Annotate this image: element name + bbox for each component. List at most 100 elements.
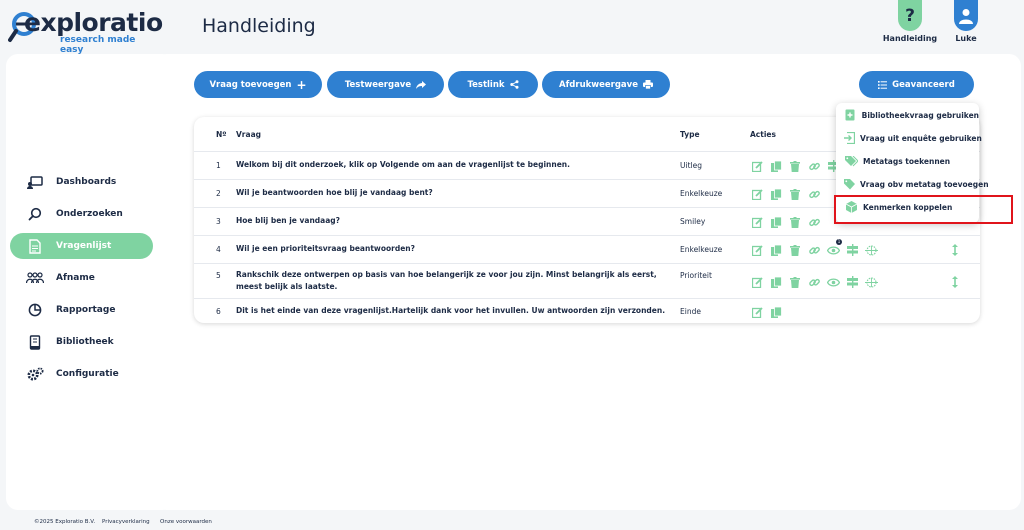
highlight-box <box>834 195 1013 224</box>
row-question: Dit is het einde van deze vragenlijst.Ha… <box>236 306 666 315</box>
edit-icon[interactable] <box>750 275 764 289</box>
sidebar-item-afname[interactable]: Afname <box>10 265 153 291</box>
row-actions <box>750 305 783 319</box>
add-question-button[interactable]: Vraag toevoegen + <box>194 71 322 98</box>
search-icon <box>24 207 46 221</box>
eye-icon[interactable] <box>826 275 840 289</box>
column-header-type: Type <box>680 130 700 139</box>
printer-icon <box>642 80 653 89</box>
footer-terms-link[interactable]: Onze voorwaarden <box>160 519 212 525</box>
trash-icon[interactable] <box>788 243 802 257</box>
logo-wordmark: exploratio <box>24 8 163 37</box>
menu-item-survey-question[interactable]: Vraag uit enquête gebruiken <box>836 127 982 149</box>
logo[interactable]: exploratio research made easy <box>8 8 163 55</box>
sidebar-item-label: Configuratie <box>56 369 119 379</box>
row-type: Enkelkeuze <box>680 245 723 254</box>
trash-icon[interactable] <box>788 159 802 173</box>
menu-item-add-by-metatag[interactable]: Vraag obv metatag toevoegen <box>836 173 989 195</box>
table-row[interactable]: 5 Rankschik deze ontwerpen op basis van h… <box>194 263 980 298</box>
sidebar-item-label: Dashboards <box>56 177 117 187</box>
help-label: Handleiding <box>882 34 938 43</box>
eye-icon[interactable]: 1 <box>826 239 842 257</box>
row-actions <box>750 159 840 173</box>
logo-tagline: research made easy <box>60 35 136 55</box>
copy-icon[interactable] <box>769 305 783 319</box>
menu-item-assign-metatags[interactable]: Metatags toekennen <box>836 150 979 172</box>
library-add-icon <box>844 109 857 121</box>
link-icon[interactable] <box>807 243 821 257</box>
sidebar-item-label: Onderzoeken <box>56 209 123 219</box>
plus-icon: + <box>296 77 307 92</box>
link-icon[interactable] <box>807 215 821 229</box>
column-header-question: Vraag <box>236 130 261 139</box>
test-link-button[interactable]: Testlink <box>448 71 538 98</box>
edit-icon[interactable] <box>750 187 764 201</box>
trash-icon[interactable] <box>788 275 802 289</box>
sidebar-item-dashboards[interactable]: Dashboards <box>10 169 153 195</box>
edit-icon[interactable] <box>750 159 764 173</box>
test-view-label: Testweergave <box>344 79 412 90</box>
test-view-button[interactable]: Testweergave <box>327 71 444 98</box>
row-question: Wil je een prioriteitsvraag beantwoorden… <box>236 244 415 253</box>
footer-copyright: ©2025 Exploratio B.V. <box>34 519 96 525</box>
copy-icon[interactable] <box>769 159 783 173</box>
user-button[interactable]: Luke <box>942 0 990 43</box>
link-icon[interactable] <box>807 159 821 173</box>
copy-icon[interactable] <box>769 187 783 201</box>
sidebar-item-rapportage[interactable]: Rapportage <box>10 297 153 323</box>
table-row[interactable]: 6 Dit is het einde van deze vragenlijst.H… <box>194 298 980 323</box>
row-number: 1 <box>216 161 221 170</box>
print-view-label: Afdrukweergave <box>559 79 638 90</box>
tag-icon <box>844 178 855 190</box>
menu-item-label: Vraag obv metatag toevoegen <box>860 179 989 189</box>
help-button[interactable]: ? Handleiding <box>882 0 938 43</box>
gears-icon <box>24 367 46 381</box>
sidebar-item-bibliotheek[interactable]: Bibliotheek <box>10 329 153 355</box>
sidebar-item-label: Bibliotheek <box>56 337 114 347</box>
edit-icon[interactable] <box>750 305 764 319</box>
row-question: Welkom bij dit onderzoek, klik op Volgen… <box>236 160 570 169</box>
copy-icon[interactable] <box>769 243 783 257</box>
book-icon <box>24 334 46 350</box>
copy-icon[interactable] <box>769 215 783 229</box>
sidebar-item-configuratie[interactable]: Configuratie <box>10 361 153 387</box>
row-type: Prioriteit <box>680 271 712 280</box>
sidebar-item-label: Afname <box>56 273 95 283</box>
row-actions <box>750 275 878 289</box>
footer-privacy-link[interactable]: Privacyverklaring <box>102 519 150 525</box>
row-actions <box>750 215 821 229</box>
edit-icon[interactable] <box>750 243 764 257</box>
trash-icon[interactable] <box>788 187 802 201</box>
branch-icon[interactable] <box>864 243 878 257</box>
row-type: Smiley <box>680 217 706 226</box>
row-number: 4 <box>216 245 221 254</box>
copy-icon[interactable] <box>769 275 783 289</box>
people-icon <box>24 272 46 284</box>
advanced-button[interactable]: Geavanceerd <box>859 71 974 98</box>
row-type: Uitleg <box>680 161 702 170</box>
row-number: 5 <box>216 271 221 280</box>
sidebar-item-vragenlijst[interactable]: Vragenlijst <box>10 233 153 259</box>
row-type: Enkelkeuze <box>680 189 723 198</box>
reorder-handle-icon[interactable] <box>948 243 962 257</box>
trash-icon[interactable] <box>788 215 802 229</box>
link-icon[interactable] <box>807 275 821 289</box>
menu-item-library-question[interactable]: Bibliotheekvraag gebruiken <box>836 104 979 126</box>
table-row[interactable]: 4 Wil je een prioriteitsvraag beantwoorde… <box>194 235 980 263</box>
signpost-icon[interactable] <box>845 243 859 257</box>
signpost-icon[interactable] <box>845 275 859 289</box>
branch-icon[interactable] <box>864 275 878 289</box>
print-view-button[interactable]: Afdrukweergave <box>542 71 670 98</box>
sidebar-item-onderzoeken[interactable]: Onderzoeken <box>10 201 153 227</box>
row-type: Einde <box>680 307 701 316</box>
link-icon[interactable] <box>807 187 821 201</box>
reorder-handle-icon[interactable] <box>948 275 962 289</box>
sidebar-item-label: Vragenlijst <box>56 241 112 251</box>
list-icon <box>878 80 888 89</box>
page-title: Handleiding <box>202 15 316 37</box>
menu-item-label: Vraag uit enquête gebruiken <box>860 133 982 143</box>
question-icon: ? <box>898 0 922 31</box>
add-question-label: Vraag toevoegen <box>209 79 292 90</box>
edit-icon[interactable] <box>750 215 764 229</box>
sidebar-item-label: Rapportage <box>56 305 116 315</box>
